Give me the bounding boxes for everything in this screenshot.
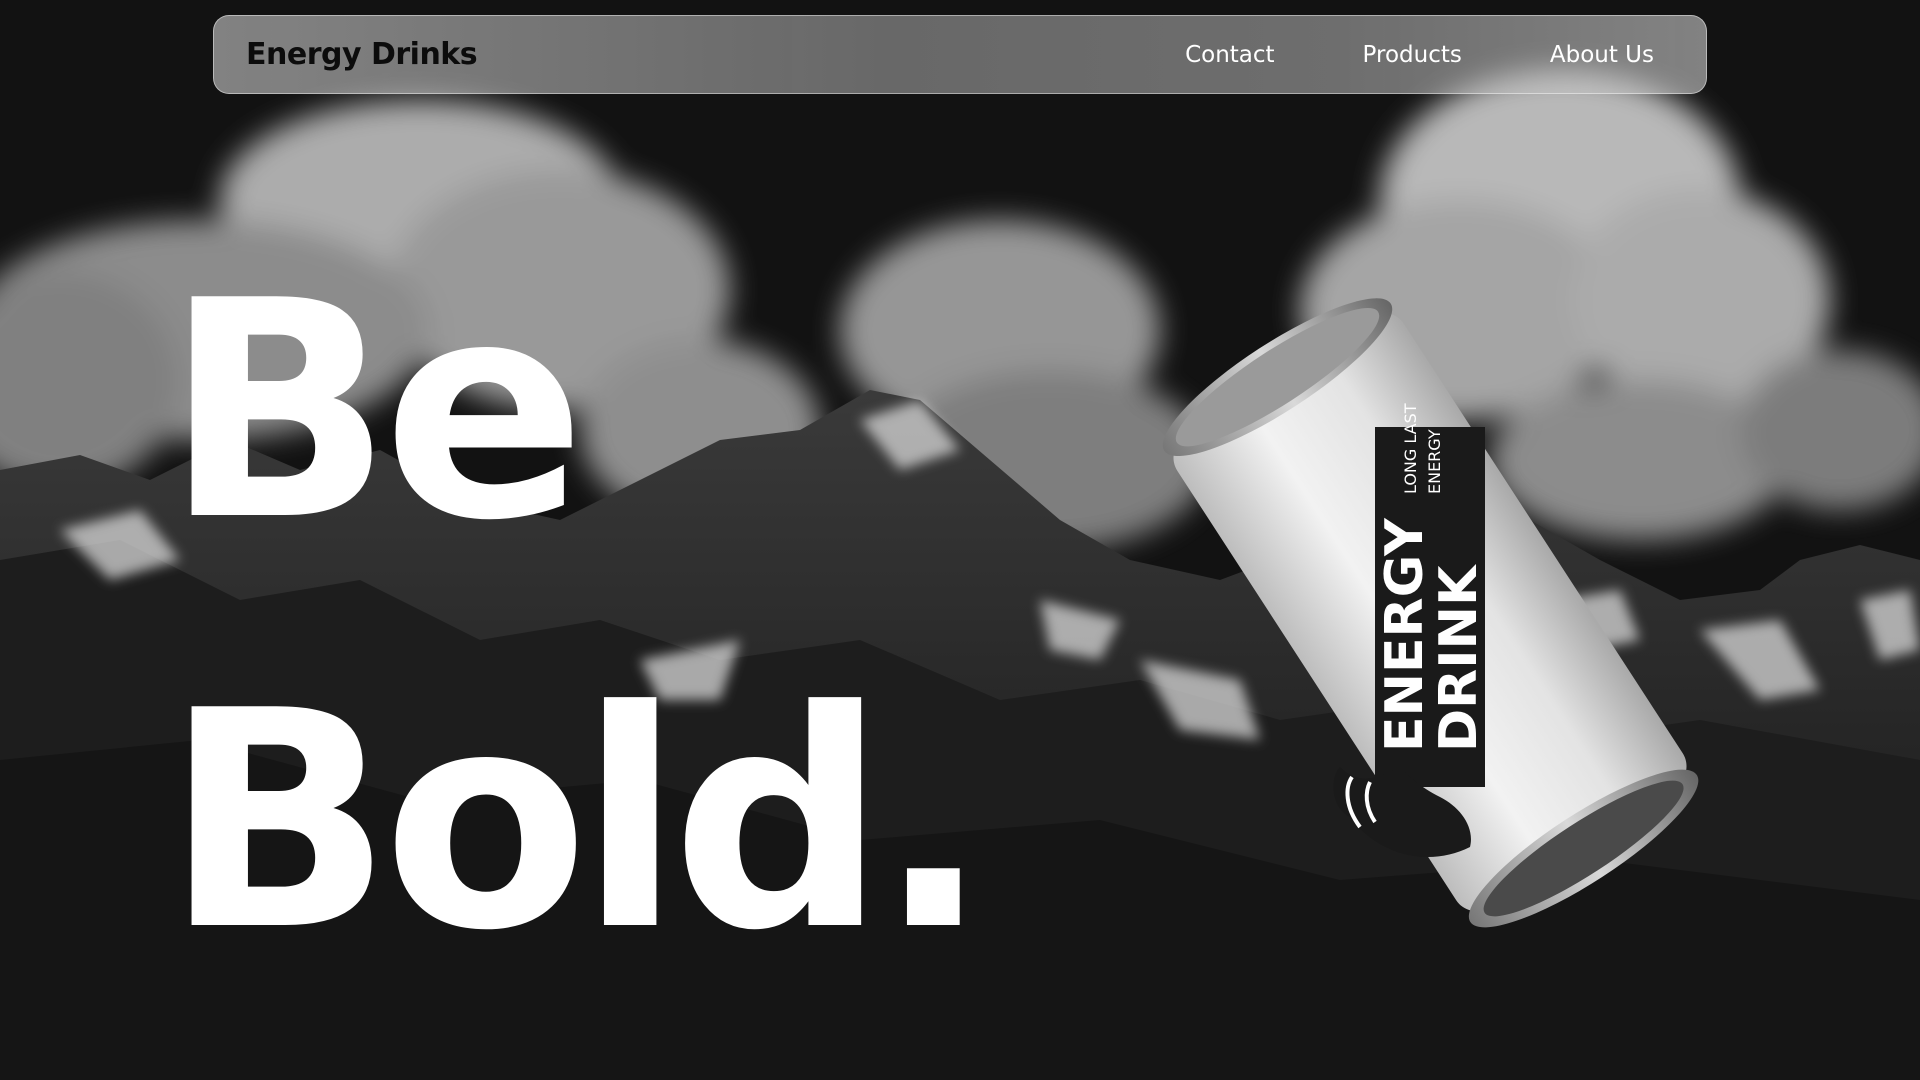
nav-link-products[interactable]: Products [1363,42,1462,68]
navigation-bar: Energy Drinks Contact Products About Us [213,15,1707,94]
can-tagline-line2: ENERGY [1425,429,1444,494]
brand-logo[interactable]: Energy Drinks [246,37,478,72]
can-label-line2: DRINK [1429,564,1489,752]
hero-headline-line1: Be [164,237,586,586]
can-label-line1: ENERGY [1375,517,1435,752]
nav-link-contact[interactable]: Contact [1185,42,1274,68]
energy-can-image: ENERGY DRINK LONG LAST ENERGY [1110,262,1750,962]
nav-link-about-us[interactable]: About Us [1550,42,1654,68]
hero-section: ENERGY DRINK LONG LAST ENERGY Be Bold. E… [0,0,1920,1080]
hero-headline-line2: Bold. [164,647,990,996]
nav-links: Contact Products About Us [1185,42,1654,68]
can-tagline-line1: LONG LAST [1401,403,1420,494]
